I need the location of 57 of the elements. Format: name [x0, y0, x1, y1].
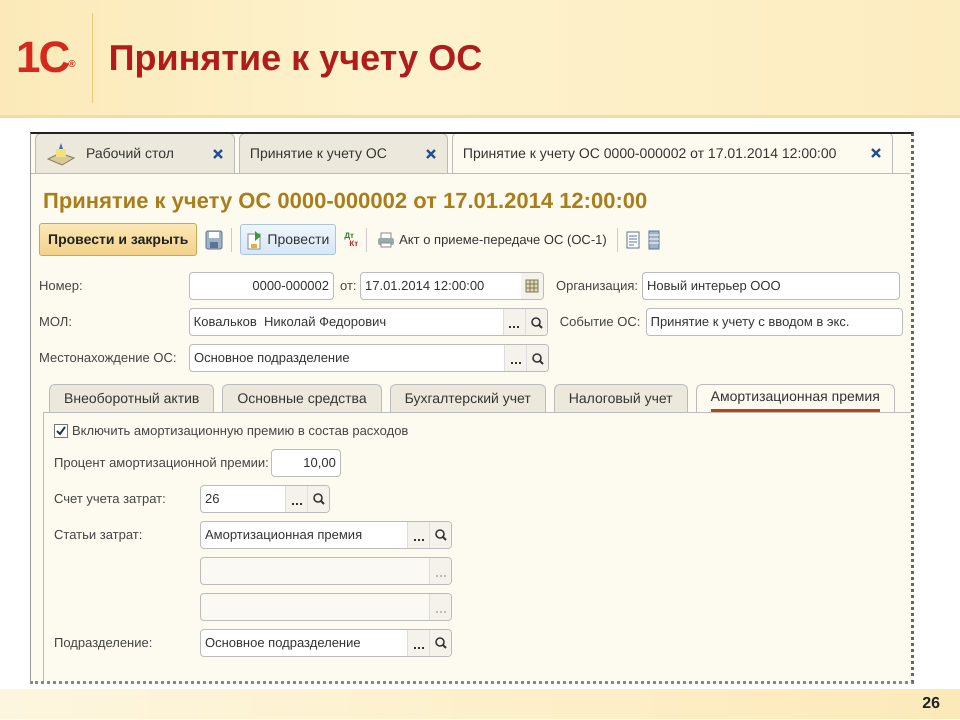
tab-label: Рабочий стол [86, 144, 174, 163]
print-act-button[interactable]: Акт о приеме-передаче ОС (ОС-1) [375, 228, 609, 252]
input-field[interactable]: Ковальков Николай Федорович [188, 308, 548, 336]
post-button[interactable]: Провести [240, 224, 336, 255]
window-tab[interactable]: Рабочий стол [35, 134, 235, 173]
slide-title: Принятие к учету ОС [108, 36, 482, 80]
search-icon[interactable] [434, 528, 447, 541]
field-label: Местонахождение ОС: [39, 349, 178, 368]
form-tab[interactable]: Основные средства [222, 384, 382, 412]
report-icon[interactable] [626, 230, 640, 248]
field-label: Организация: [556, 277, 640, 296]
tab-label: Принятие к учету ОС [250, 144, 387, 163]
field-label: Подразделение: [54, 634, 154, 652]
input-field[interactable]: Амортизационная премия [200, 520, 452, 548]
search-icon[interactable] [434, 636, 447, 649]
form-tab[interactable]: Бухгалтерский учет [390, 384, 546, 412]
document-heading: Принятие к учету ОС 0000-000002 от 17.01.2014 12:00:00 [42, 187, 648, 215]
page-number: 26 [922, 694, 941, 714]
form-tab[interactable]: Налоговый учет [554, 384, 688, 412]
field-label: Номер: [39, 277, 84, 296]
calendar-icon[interactable] [525, 279, 539, 293]
checkbox[interactable] [54, 424, 68, 438]
window-tab[interactable]: Принятие к учету ОС [238, 134, 448, 173]
checkbox-label: Включить амортизационную премию в состав расходов [72, 422, 408, 440]
input-field[interactable]: Основное подразделение [189, 344, 549, 372]
list-icon[interactable] [648, 230, 660, 250]
input-field[interactable] [200, 592, 452, 620]
tab-label: Принятие к учету ОС 0000-000002 от 17.01.2014 12:00:00 [462, 144, 836, 163]
input-field[interactable]: Принятие к учету с вводом в экс. [646, 308, 903, 336]
input-field[interactable]: Основное подразделение [200, 628, 452, 656]
field-label: Событие ОС: [560, 313, 642, 332]
close-icon[interactable] [870, 147, 882, 159]
search-icon[interactable] [312, 492, 325, 505]
post-and-close-button[interactable]: Провести и закрыть [39, 223, 198, 256]
form-tab[interactable]: Амортизационная премия [696, 384, 895, 412]
search-icon[interactable] [531, 352, 544, 364]
field-label: МОЛ: [39, 313, 73, 332]
input-field[interactable]: 0000-000002 [189, 272, 334, 300]
check-icon [55, 424, 67, 437]
field-label: Счет учета затрат: [54, 490, 167, 508]
desk-icon [46, 140, 76, 166]
form-tab[interactable]: Внеоборотный актив [49, 384, 214, 412]
window-tab[interactable]: Принятие к учету ОС 0000-000002 от 17.01.2014 12:00:00 [452, 134, 894, 173]
document-arrow-icon [247, 230, 264, 250]
field-label: Статьи затрат: [54, 526, 144, 544]
close-icon[interactable] [424, 148, 437, 160]
printer-icon [377, 232, 396, 248]
input-field[interactable]: Новый интерьер ООО [642, 272, 900, 300]
close-icon[interactable] [212, 148, 224, 160]
input-field[interactable]: 10,00 [270, 448, 341, 476]
search-icon[interactable] [530, 316, 543, 328]
field-label: Процент амортизационной премии: [54, 454, 269, 472]
field-label: от: [340, 277, 358, 296]
input-field[interactable] [200, 556, 452, 584]
debit-credit-icon[interactable]: Дт Кт [344, 232, 358, 248]
date-field[interactable]: 17.01.2014 12:00:00 [360, 272, 544, 300]
input-field[interactable]: 26 [200, 484, 330, 512]
